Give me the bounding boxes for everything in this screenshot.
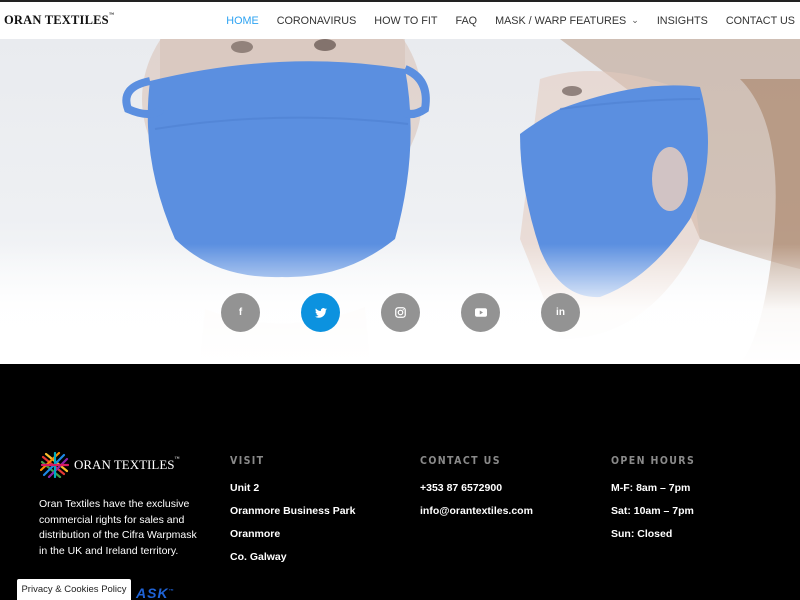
contact-heading: CONTACT US <box>420 454 501 467</box>
footer-hours-column: OPEN HOURS M-F: 8am – 7pm Sat: 10am – 7p… <box>611 454 709 546</box>
visit-heading: VISIT <box>230 454 265 467</box>
nav-insights[interactable]: INSIGHTS <box>657 15 708 27</box>
hours-line: Sat: 10am – 7pm <box>611 505 694 517</box>
social-links: f in <box>0 293 800 333</box>
facebook-icon[interactable]: f <box>221 293 260 332</box>
footer-logo-text: ORAN TEXTILES™ <box>74 457 180 472</box>
email-link[interactable]: info@orantextiles.com <box>420 500 533 523</box>
address-line: Unit 2 <box>230 482 260 494</box>
oran-textiles-weave-icon <box>40 452 70 478</box>
nav-home[interactable]: HOME <box>226 15 258 27</box>
privacy-cookies-button[interactable]: Privacy & Cookies Policy <box>17 579 131 600</box>
chevron-down-icon: ⌄ <box>631 15 639 25</box>
footer-logo[interactable]: ORAN TEXTILES™ <box>40 452 179 478</box>
instagram-icon[interactable] <box>381 293 420 332</box>
linkedin-icon[interactable]: in <box>541 293 580 332</box>
footer-about-text: Oran Textiles have the exclusive commerc… <box>39 498 197 557</box>
phone-link[interactable]: +353 87 6572900 <box>420 477 533 500</box>
nav-how-to-fit[interactable]: HOW TO FIT <box>374 15 437 27</box>
nav-contact-us[interactable]: CONTACT US <box>726 15 795 27</box>
address-line: Oranmore Business Park <box>230 505 356 517</box>
footer-contact-column: CONTACT US +353 87 6572900 info@orantext… <box>420 454 533 523</box>
address-line: Co. Galway <box>230 551 287 563</box>
main-nav: HOME CORONAVIRUS HOW TO FIT FAQ MASK / W… <box>208 2 795 39</box>
nav-coronavirus[interactable]: CORONAVIRUS <box>277 15 357 27</box>
twitter-bird-glyph <box>314 307 327 318</box>
twitter-icon[interactable] <box>301 293 340 332</box>
nav-faq[interactable]: FAQ <box>455 15 477 27</box>
address-line: Oranmore <box>230 528 281 540</box>
youtube-glyph <box>474 308 487 317</box>
site-logo[interactable]: ORAN TEXTILES™ <box>4 13 114 28</box>
nav-mask-warp-features[interactable]: MASK / WARP FEATURES ⌄ <box>495 15 639 27</box>
youtube-icon[interactable] <box>461 293 500 332</box>
hours-heading: OPEN HOURS <box>611 454 696 467</box>
footer-visit-column: VISIT Unit 2 Oranmore Business Park Oran… <box>230 454 355 569</box>
hours-line: Sun: Closed <box>611 528 673 540</box>
instagram-glyph <box>395 307 406 318</box>
site-footer: ORAN TEXTILES™ Oran Textiles have the ex… <box>0 364 800 600</box>
hours-line: M-F: 8am – 7pm <box>611 482 691 494</box>
warpmask-partner-logo[interactable]: ASK™ <box>136 585 175 600</box>
site-header: ORAN TEXTILES™ HOME CORONAVIRUS HOW TO F… <box>0 0 800 39</box>
hero-section: f in <box>0 39 800 364</box>
